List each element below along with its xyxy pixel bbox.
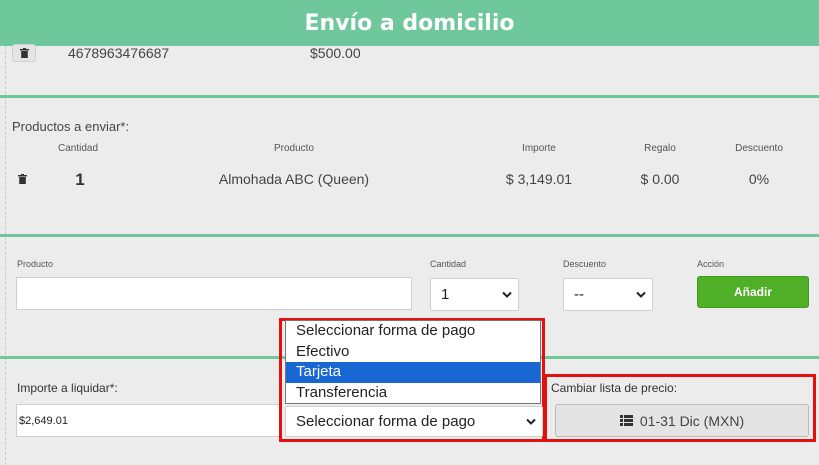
- price-list-button[interactable]: 01-31 Dic (MXN): [555, 404, 809, 437]
- cantidad-value: 1: [441, 286, 450, 303]
- page-header: Envío a domicilio: [0, 0, 819, 46]
- payment-option[interactable]: Transferencia: [286, 383, 540, 404]
- section-separator: [0, 234, 819, 237]
- accion-label: Acción: [697, 259, 725, 269]
- price-list-label: Cambiar lista de precio:: [551, 381, 678, 395]
- producto-label: Producto: [17, 259, 54, 269]
- row-descuento: 0%: [748, 171, 770, 187]
- chevron-down-icon: [502, 291, 512, 298]
- importe-label: Importe a liquidar*:: [17, 381, 118, 395]
- descuento-value: --: [574, 286, 584, 303]
- cantidad-label: Cantidad: [430, 259, 467, 269]
- list-icon: [619, 415, 633, 426]
- left-divider: [5, 46, 6, 465]
- delete-product-button[interactable]: [18, 174, 27, 184]
- descuento-label: Descuento: [563, 259, 607, 269]
- payment-option[interactable]: Efectivo: [286, 342, 540, 363]
- payment-option[interactable]: Seleccionar forma de pago: [286, 321, 540, 342]
- row-importe: $ 3,149.01: [505, 171, 573, 187]
- importe-input[interactable]: [16, 404, 282, 437]
- row-cantidad: 1: [75, 170, 85, 189]
- price-list-button-label: 01-31 Dic (MXN): [639, 412, 745, 429]
- products-label: Productos a enviar*:: [12, 119, 130, 134]
- top-row-code: 4678963476687: [68, 45, 170, 61]
- payment-option-selected[interactable]: Tarjeta: [286, 362, 540, 383]
- trash-icon: [19, 48, 29, 58]
- producto-input[interactable]: [16, 277, 412, 310]
- trash-icon: [18, 174, 27, 184]
- cantidad-select[interactable]: 1: [430, 278, 519, 311]
- row-producto: Almohada ABC (Queen): [218, 171, 370, 187]
- add-button[interactable]: Añadir: [697, 276, 809, 308]
- chevron-down-icon: [526, 418, 536, 425]
- page-title: Envío a domicilio: [304, 10, 515, 36]
- col-cantidad: Cantidad: [57, 143, 99, 154]
- chevron-down-icon: [636, 291, 646, 298]
- descuento-select[interactable]: --: [563, 278, 653, 311]
- col-descuento: Descuento: [735, 143, 783, 154]
- col-regalo: Regalo: [644, 143, 676, 154]
- payment-method-value: Seleccionar forma de pago: [296, 413, 476, 430]
- col-producto: Producto: [273, 143, 315, 154]
- row-regalo: $ 0.00: [640, 171, 680, 187]
- payment-method-select[interactable]: Seleccionar forma de pago: [285, 406, 543, 437]
- section-separator: [0, 95, 819, 98]
- payment-method-dropdown[interactable]: Seleccionar forma de pago Efectivo Tarje…: [285, 320, 541, 404]
- delete-button[interactable]: [12, 44, 36, 62]
- top-row-amount: $500.00: [310, 45, 361, 61]
- col-importe: Importe: [522, 143, 556, 154]
